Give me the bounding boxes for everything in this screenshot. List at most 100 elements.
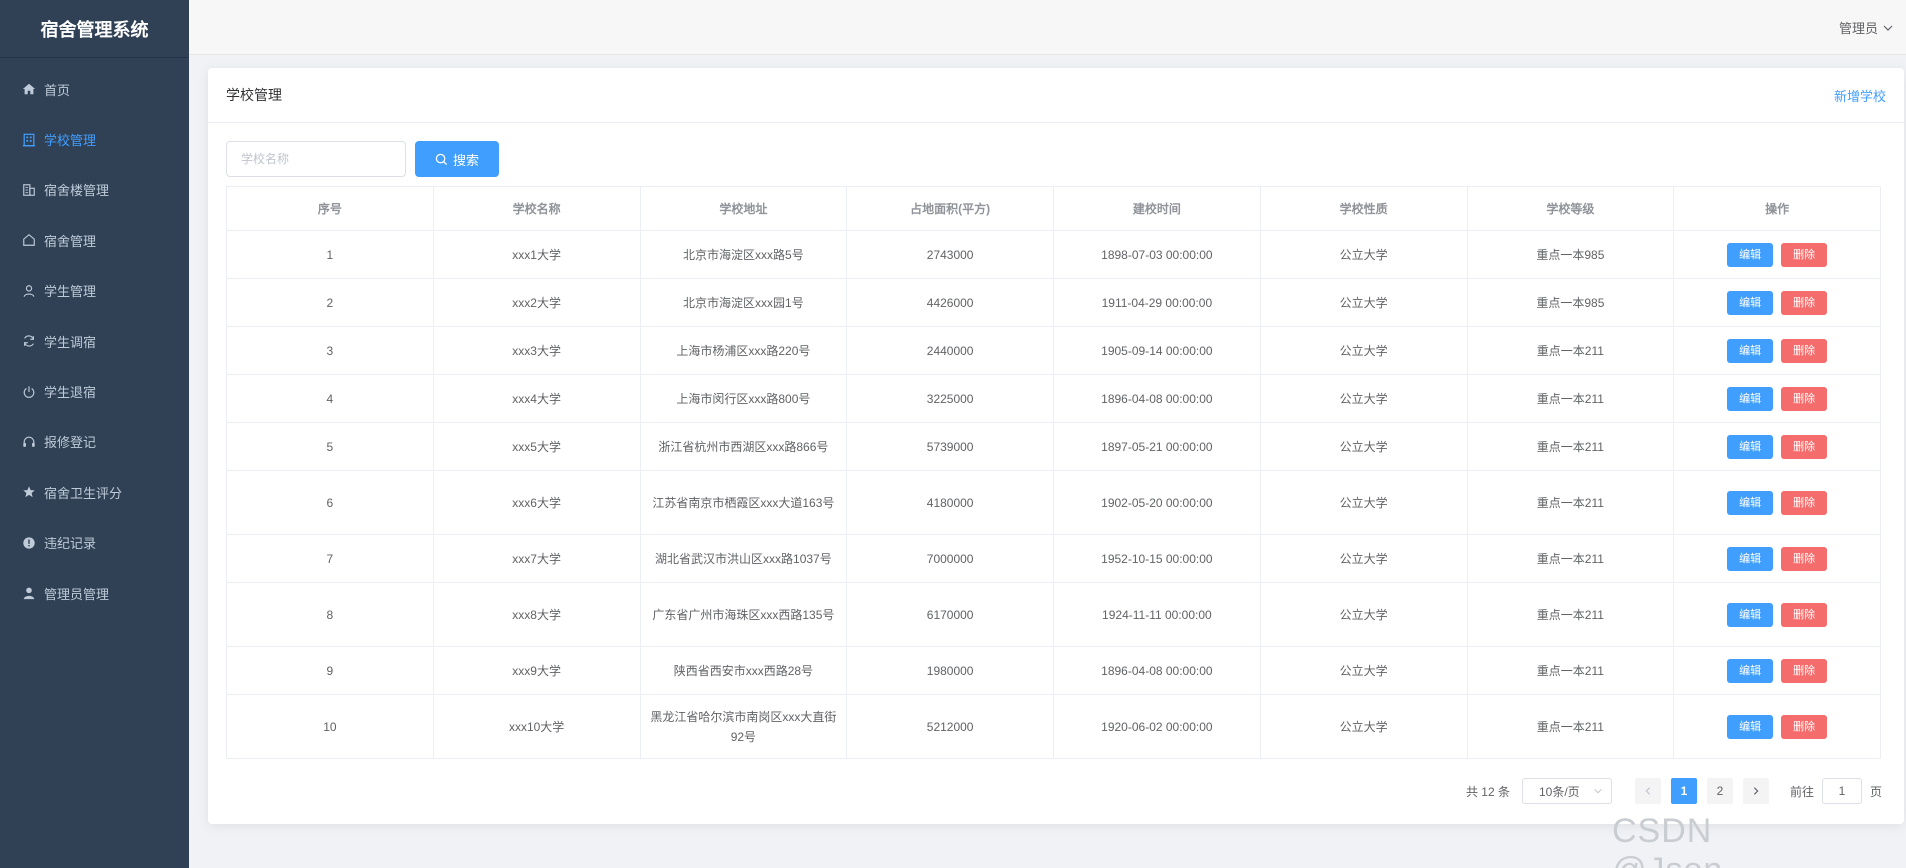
sidebar-item-label: 学生管理 xyxy=(44,284,97,300)
cell-no: 10 xyxy=(226,694,434,759)
power-icon xyxy=(22,385,36,399)
cell-nature: 公立大学 xyxy=(1259,470,1468,535)
delete-button[interactable]: 删除 xyxy=(1781,658,1828,683)
cell-no: 6 xyxy=(226,470,434,535)
sidebar-item-dorm[interactable]: 宿舍管理 xyxy=(0,215,189,265)
user-icon xyxy=(22,284,36,298)
sidebar-item-label: 学校管理 xyxy=(44,133,97,149)
delete-button[interactable]: 删除 xyxy=(1781,490,1828,515)
column-header: 建校时间 xyxy=(1053,186,1261,231)
edit-button[interactable]: 编辑 xyxy=(1727,290,1774,315)
edit-button[interactable]: 编辑 xyxy=(1727,490,1774,515)
delete-button[interactable]: 删除 xyxy=(1781,714,1828,739)
cell-area: 4180000 xyxy=(846,470,1054,535)
cell-address: 江苏省南京市栖霞区xxx大道163号 xyxy=(639,470,848,535)
edit-button[interactable]: 编辑 xyxy=(1727,658,1774,683)
sidebar-item-repair[interactable]: 报修登记 xyxy=(0,417,189,467)
search-button-label: 搜索 xyxy=(452,152,479,168)
prev-page-button[interactable] xyxy=(1634,778,1661,804)
building-icon xyxy=(22,133,36,147)
chevron-right-icon xyxy=(1753,787,1759,795)
page-size-select[interactable]: 10条/页 xyxy=(1521,778,1612,804)
page-suffix-label: 页 xyxy=(1869,784,1882,799)
next-page-button[interactable] xyxy=(1742,778,1769,804)
sidebar-item-school[interactable]: 学校管理 xyxy=(0,114,189,164)
cell-name: xxx3大学 xyxy=(432,326,641,375)
edit-button[interactable]: 编辑 xyxy=(1727,546,1774,571)
edit-button[interactable]: 编辑 xyxy=(1727,386,1774,411)
warning-icon xyxy=(22,536,36,550)
cell-name: xxx1大学 xyxy=(432,230,641,279)
cell-level: 重点一本985 xyxy=(1466,230,1675,279)
edit-button[interactable]: 编辑 xyxy=(1727,602,1774,627)
delete-button[interactable]: 删除 xyxy=(1781,386,1828,411)
page-button-2[interactable]: 2 xyxy=(1706,778,1733,804)
edit-button[interactable]: 编辑 xyxy=(1727,338,1774,363)
cell-area: 5739000 xyxy=(846,422,1054,471)
table-row: 10 xxx10大学 黑龙江省哈尔滨市南岗区xxx大直街92号 5212000 … xyxy=(226,694,1881,759)
card-header: 学校管理 新增学校 xyxy=(208,68,1904,123)
cell-actions: 编辑 删除 xyxy=(1673,230,1881,279)
sidebar-item-label: 管理员管理 xyxy=(44,586,110,602)
sidebar-item-checkout[interactable]: 学生退宿 xyxy=(0,366,189,416)
page-size-value: 10条/页 xyxy=(1538,784,1580,799)
delete-button[interactable]: 删除 xyxy=(1781,338,1828,363)
sidebar-item-label: 首页 xyxy=(44,82,71,98)
sidebar-item-admin[interactable]: 管理员管理 xyxy=(0,568,189,618)
user-solid-icon xyxy=(22,586,36,600)
cell-nature: 公立大学 xyxy=(1259,326,1468,375)
sidebar-item-home[interactable]: 首页 xyxy=(0,64,189,114)
delete-button[interactable]: 删除 xyxy=(1781,242,1828,267)
sidebar-item-violation[interactable]: 违纪记录 xyxy=(0,518,189,568)
cell-founded: 1911-04-29 00:00:00 xyxy=(1053,278,1261,327)
cell-address: 陕西省西安市xxx西路28号 xyxy=(639,646,848,695)
cell-founded: 1920-06-02 00:00:00 xyxy=(1053,694,1261,759)
edit-button[interactable]: 编辑 xyxy=(1727,434,1774,459)
sidebar-item-label: 违纪记录 xyxy=(44,536,97,552)
cell-actions: 编辑 删除 xyxy=(1673,470,1881,535)
cell-founded: 1952-10-15 00:00:00 xyxy=(1053,534,1261,583)
sidebar-item-building[interactable]: 宿舍楼管理 xyxy=(0,165,189,215)
pagination-total: 共 12 条 xyxy=(1465,784,1510,799)
cell-name: xxx8大学 xyxy=(432,582,641,647)
cell-level: 重点一本211 xyxy=(1466,582,1675,647)
cell-name: xxx9大学 xyxy=(432,646,641,695)
cell-founded: 1897-05-21 00:00:00 xyxy=(1053,422,1261,471)
sidebar-item-transfer[interactable]: 学生调宿 xyxy=(0,316,189,366)
goto-page-input[interactable] xyxy=(1821,778,1862,804)
cell-area: 2440000 xyxy=(846,326,1054,375)
cell-actions: 编辑 删除 xyxy=(1673,374,1881,423)
cell-level: 重点一本211 xyxy=(1466,422,1675,471)
cell-area: 7000000 xyxy=(846,534,1054,583)
search-input[interactable] xyxy=(226,141,406,177)
edit-button[interactable]: 编辑 xyxy=(1727,242,1774,267)
column-header: 学校性质 xyxy=(1259,186,1468,231)
home-icon xyxy=(22,82,36,96)
user-dropdown[interactable]: 管理员 xyxy=(1839,18,1894,37)
cell-level: 重点一本211 xyxy=(1466,374,1675,423)
goto-label: 前往 xyxy=(1789,784,1814,799)
sidebar-item-student[interactable]: 学生管理 xyxy=(0,266,189,316)
edit-button[interactable]: 编辑 xyxy=(1727,714,1774,739)
search-button[interactable]: 搜索 xyxy=(415,141,499,177)
cell-address: 北京市海淀区xxx路5号 xyxy=(639,230,848,279)
sidebar-item-label: 宿舍卫生评分 xyxy=(44,485,123,501)
cell-area: 1980000 xyxy=(846,646,1054,695)
delete-button[interactable]: 删除 xyxy=(1781,290,1828,315)
cell-name: xxx5大学 xyxy=(432,422,641,471)
search-toolbar: 搜索 xyxy=(226,141,499,177)
delete-button[interactable]: 删除 xyxy=(1781,546,1828,571)
delete-button[interactable]: 删除 xyxy=(1781,434,1828,459)
sidebar-item-hygiene[interactable]: 宿舍卫生评分 xyxy=(0,467,189,517)
cell-founded: 1896-04-08 00:00:00 xyxy=(1053,646,1261,695)
cell-area: 4426000 xyxy=(846,278,1054,327)
add-school-button[interactable]: 新增学校 xyxy=(1834,86,1886,105)
delete-button[interactable]: 删除 xyxy=(1781,602,1828,627)
cell-founded: 1924-11-11 00:00:00 xyxy=(1053,582,1261,647)
cell-level: 重点一本211 xyxy=(1466,534,1675,583)
sidebar-item-label: 宿舍楼管理 xyxy=(44,183,110,199)
table-row: 2 xxx2大学 北京市海淀区xxx园1号 4426000 1911-04-29… xyxy=(226,278,1881,327)
page-button-1[interactable]: 1 xyxy=(1670,778,1697,804)
page-jumper: 前往 页 xyxy=(1790,778,1882,804)
table-row: 6 xxx6大学 江苏省南京市栖霞区xxx大道163号 4180000 1902… xyxy=(226,470,1881,535)
